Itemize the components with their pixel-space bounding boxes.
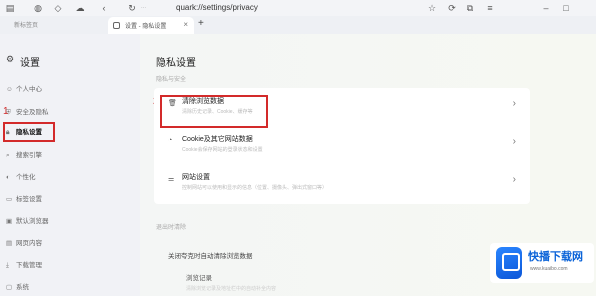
page-icon: ▤ — [6, 240, 13, 247]
row-subtitle: 控制网站可以使用和显示的信息（位置、摄像头、弹出式窗口等） — [182, 185, 328, 191]
row-title: Cookie及其它网站数据 — [182, 136, 253, 143]
diamond-icon[interactable]: ◇ — [52, 2, 64, 14]
cloud-icon[interactable]: ☁ — [74, 2, 86, 14]
minimize-icon[interactable]: – — [540, 2, 552, 14]
watermark-url: www.kuaibo.com — [530, 266, 568, 272]
sync-icon[interactable]: ⟳ — [446, 2, 458, 14]
cookie-settings-row[interactable]: ◔ Cookie及其它网站数据 Cookie会保存网站的登录状态和设置 › — [154, 126, 530, 162]
cookie-icon: ◔ — [168, 137, 173, 144]
history-option-title[interactable]: 浏览记录 — [186, 272, 212, 282]
tab-settings[interactable]: 设置 - 隐私设置 × — [108, 17, 194, 34]
sidebar-item-system[interactable]: ▢ 系统 — [6, 282, 29, 294]
maximize-icon[interactable]: □ — [560, 2, 572, 14]
sidebar-item-label: 网页内容 — [16, 240, 42, 247]
sidebar-title: 设置 — [20, 58, 40, 69]
exit-clear-toggle-label[interactable]: 关闭夸克时自动清除浏览数据 — [168, 250, 253, 260]
sidebar-item-label: 标签设置 — [16, 196, 42, 203]
sidebar-item-search-engine[interactable]: ⌕ 搜索引擎 — [6, 150, 42, 162]
watermark-title: 快播下载网 — [528, 251, 583, 263]
sidebar-item-label: 默认浏览器 — [16, 218, 49, 225]
page-title: 隐私设置 — [156, 58, 196, 69]
chevron-right-icon: › — [512, 174, 516, 185]
menu-icon[interactable]: ≡ — [484, 2, 496, 14]
sidebar-item-label: 系统 — [16, 284, 29, 291]
sidebar-item-label: 安全及隐私 — [16, 109, 49, 116]
tab-icon[interactable]: ◍ — [32, 2, 44, 14]
section-label-privacy: 隐私与安全 — [156, 77, 187, 83]
sidebar-item-label: 个性化 — [16, 174, 36, 181]
annotation-highlight-clear-data — [160, 95, 268, 128]
sidebar-item-label: 下载管理 — [16, 262, 42, 269]
sidebar-toggle-icon[interactable]: ▤ — [4, 2, 16, 14]
annotation-highlight-sidebar — [3, 122, 55, 142]
row-subtitle: Cookie会保存网站的登录状态和设置 — [182, 147, 263, 153]
star-icon[interactable]: ☆ — [426, 2, 438, 14]
settings-gear-icon: ⚙ — [6, 54, 15, 64]
user-icon: ☺ — [6, 86, 13, 93]
sidebar-item-label: 个人中心 — [16, 86, 42, 93]
extension-icon[interactable]: ⧉ — [464, 2, 476, 14]
settings-page: ⚙ 设置 1 ☺ 个人中心 ⛨ 安全及隐私 🔒︎ 隐私设置 ⌕ 搜索引擎 ◐ 个性化 ▭ 标… — [0, 34, 596, 296]
tab-icon: ▭ — [6, 196, 13, 203]
tab-newtab[interactable]: 新标签页 — [14, 20, 38, 29]
sidebar-item-default-browser[interactable]: ▣ 默认浏览器 — [6, 216, 49, 228]
back-icon[interactable]: ‹ — [98, 2, 110, 14]
site-watermark: 快播下载网 www.kuaibo.com — [490, 243, 594, 283]
search-icon: ⌕ — [6, 152, 10, 159]
url-prefix-chip: ··· — [141, 5, 146, 11]
site-settings-row[interactable]: ⚌ 网站设置 控制网站可以使用和显示的信息（位置、摄像头、弹出式窗口等） › — [154, 164, 530, 200]
sidebar-item-security[interactable]: ⛨ 安全及隐私 — [6, 107, 49, 119]
shield-icon: ⛨ — [6, 109, 11, 116]
browser-icon: ▣ — [6, 218, 13, 225]
sidebar-item-web-content[interactable]: ▤ 网页内容 — [6, 238, 42, 250]
close-icon[interactable]: × — [183, 20, 188, 29]
tab-strip: 新标签页 设置 - 隐私设置 × + — [0, 16, 596, 34]
sidebar-item-personalize[interactable]: ◐ 个性化 — [6, 172, 36, 184]
chevron-right-icon: › — [512, 136, 516, 147]
watermark-logo-icon — [496, 247, 522, 279]
sidebar-item-profile[interactable]: ☺ 个人中心 — [6, 84, 42, 96]
system-icon: ▢ — [6, 284, 13, 291]
browser-toolbar: ▤ ◍ ◇ ☁ ‹ ↻ ··· quark://settings/privacy… — [0, 0, 596, 16]
sidebar-item-tabs[interactable]: ▭ 标签设置 — [6, 194, 42, 206]
new-tab-button[interactable]: + — [198, 18, 204, 29]
sliders-icon: ⚌ — [168, 176, 175, 183]
sidebar-item-label: 搜索引擎 — [16, 152, 42, 159]
palette-icon: ◐ — [6, 174, 10, 181]
settings-tab-icon — [113, 22, 120, 29]
address-bar[interactable]: quark://settings/privacy — [176, 2, 258, 14]
download-icon: ⤓ — [6, 262, 9, 269]
sidebar-item-downloads[interactable]: ⤓ 下载管理 — [6, 260, 42, 272]
row-title: 网站设置 — [182, 174, 210, 181]
settings-sidebar: ⚙ 设置 1 ☺ 个人中心 ⛨ 安全及隐私 🔒︎ 隐私设置 ⌕ 搜索引擎 ◐ 个性化 ▭ 标… — [0, 34, 140, 296]
section-label-exit-clear: 退出时清除 — [156, 225, 187, 231]
tab-settings-label: 设置 - 隐私设置 — [125, 24, 167, 30]
refresh-icon[interactable]: ↻ — [126, 2, 138, 14]
history-option-subtitle: 清除浏览记录及地址栏中的自动补全内容 — [186, 286, 277, 292]
chevron-right-icon: › — [512, 98, 516, 109]
